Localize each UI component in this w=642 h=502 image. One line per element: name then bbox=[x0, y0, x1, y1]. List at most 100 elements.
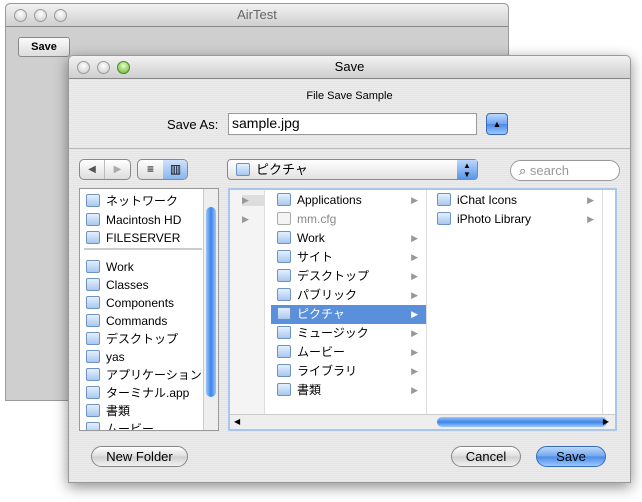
folder-icon bbox=[277, 193, 291, 206]
disclosure-arrow-icon: ▶ bbox=[411, 385, 418, 395]
dialog-title: Save bbox=[334, 59, 365, 74]
file-icon bbox=[277, 212, 291, 225]
list-item[interactable]: アプリケーション bbox=[80, 366, 218, 385]
folder-icon bbox=[236, 163, 250, 176]
close-button[interactable] bbox=[77, 61, 90, 74]
list-item[interactable]: Commands bbox=[80, 312, 218, 331]
folder-icon bbox=[277, 288, 291, 301]
list-item[interactable]: iChat Icons ▶ bbox=[431, 191, 602, 210]
zoom-button[interactable] bbox=[117, 61, 130, 74]
folder-icon bbox=[277, 364, 291, 377]
collapse-button[interactable]: ▲ bbox=[486, 113, 508, 135]
list-item[interactable]: 書類 ▶ bbox=[271, 381, 426, 400]
item-label: デスクトップ bbox=[106, 332, 179, 346]
scroll-left-arrow[interactable]: ◀ bbox=[234, 415, 240, 429]
list-item[interactable]: Components bbox=[80, 294, 218, 313]
item-label: mm.cfg bbox=[297, 212, 337, 226]
folder-icon bbox=[277, 326, 291, 339]
item-label: サイト bbox=[297, 250, 334, 264]
filename-input[interactable]: sample.jpg bbox=[228, 113, 477, 135]
item-label: Applications bbox=[297, 193, 362, 207]
list-item[interactable]: ミュージック ▶ bbox=[271, 324, 426, 343]
item-label: FILESERVER bbox=[106, 231, 181, 245]
search-field[interactable]: ⌕ search bbox=[510, 160, 620, 181]
location-popup[interactable]: ピクチャ ▲ ▼ bbox=[227, 159, 478, 180]
column-0: ▶ ▶ bbox=[230, 190, 265, 415]
location-label: ピクチャ bbox=[256, 162, 308, 177]
list-item[interactable]: Classes bbox=[80, 276, 218, 295]
item-label: Work bbox=[106, 260, 134, 274]
save-button[interactable]: Save bbox=[536, 446, 606, 467]
list-item[interactable]: ピクチャ ▶ bbox=[271, 305, 426, 324]
folder-icon bbox=[86, 350, 100, 363]
scroll-right-arrow[interactable]: ▶ bbox=[603, 415, 609, 429]
list-item[interactable]: yas bbox=[80, 348, 218, 367]
list-item[interactable]: FILESERVER bbox=[80, 229, 218, 248]
folder-icon bbox=[437, 193, 451, 206]
horizontal-scrollbar[interactable]: ◀ ▶ bbox=[230, 414, 615, 429]
dialog-titlebar: Save bbox=[69, 56, 630, 79]
window-title: AirTest bbox=[237, 7, 277, 22]
list-item[interactable]: パブリック ▶ bbox=[271, 286, 426, 305]
list-item[interactable]: 書類 bbox=[80, 402, 218, 421]
item-label: ライブラリ bbox=[297, 364, 358, 378]
disclosure-arrow-icon: ▶ bbox=[411, 195, 418, 205]
column-browser: ▶ ▶ Applications ▶ mm.cfg Work ▶ サイト ▶ デスクトップ ▶ パ… bbox=[228, 188, 617, 431]
list-item[interactable]: サイト ▶ bbox=[271, 248, 426, 267]
item-label: yas bbox=[106, 350, 125, 364]
forward-button[interactable]: ▶ bbox=[105, 160, 130, 179]
item-label: ムービー bbox=[106, 422, 155, 431]
list-item[interactable]: mm.cfg bbox=[271, 210, 426, 229]
folder-icon bbox=[86, 314, 100, 327]
sidebar-scrollbar[interactable] bbox=[203, 189, 218, 430]
folder-icon bbox=[277, 383, 291, 396]
list-item[interactable]: デスクトップ bbox=[80, 330, 218, 349]
disclosure-arrow-icon: ▶ bbox=[411, 290, 418, 300]
list-item[interactable]: Applications ▶ bbox=[271, 191, 426, 210]
back-window-titlebar: AirTest bbox=[6, 4, 508, 27]
back-save-button[interactable]: Save bbox=[18, 37, 70, 57]
item-label: アプリケーション bbox=[106, 368, 202, 382]
column-view-icon[interactable]: ▥ bbox=[163, 160, 187, 179]
back-button[interactable]: ◀ bbox=[80, 160, 105, 179]
item-label: ターミナル.app bbox=[106, 386, 190, 400]
folder-icon bbox=[86, 368, 100, 381]
disclosure-arrow-icon: ▶ bbox=[411, 252, 418, 262]
list-item[interactable]: Macintosh HD bbox=[80, 211, 218, 230]
item-label: Commands bbox=[106, 314, 168, 328]
list-item[interactable]: ネットワーク bbox=[80, 192, 218, 211]
item-label: ミュージック bbox=[297, 326, 369, 340]
disclosure-arrow-icon: ▶ bbox=[411, 233, 418, 243]
list-item[interactable]: ライブラリ ▶ bbox=[271, 362, 426, 381]
scroll-thumb[interactable] bbox=[206, 207, 216, 397]
column0-arrow[interactable]: ▶ bbox=[242, 195, 265, 206]
folder-icon bbox=[277, 345, 291, 358]
popup-arrows-icon: ▲ ▼ bbox=[457, 160, 477, 179]
zoom-button[interactable] bbox=[54, 9, 67, 22]
close-button[interactable] bbox=[14, 9, 27, 22]
minimize-button[interactable] bbox=[34, 9, 47, 22]
minimize-button[interactable] bbox=[97, 61, 110, 74]
folder-icon bbox=[86, 231, 100, 244]
cancel-button[interactable]: Cancel bbox=[451, 446, 521, 467]
column-1: Applications ▶ mm.cfg Work ▶ サイト ▶ デスクトップ ▶ パブリック… bbox=[271, 190, 427, 415]
list-item[interactable]: iPhoto Library ▶ bbox=[431, 210, 602, 229]
folder-icon bbox=[86, 332, 100, 345]
list-item[interactable]: ムービー ▶ bbox=[271, 343, 426, 362]
folder-icon bbox=[86, 386, 100, 399]
list-item[interactable]: Work bbox=[80, 258, 218, 277]
list-item[interactable]: デスクトップ ▶ bbox=[271, 267, 426, 286]
list-item[interactable]: ターミナル.app bbox=[80, 384, 218, 403]
list-item[interactable]: ムービー bbox=[80, 420, 218, 431]
column0-arrow[interactable]: ▶ bbox=[242, 214, 249, 225]
folder-icon bbox=[437, 212, 451, 225]
item-label: Work bbox=[297, 231, 325, 245]
column-2: iChat Icons ▶ iPhoto Library ▶ bbox=[431, 190, 603, 415]
scroll-thumb[interactable] bbox=[437, 417, 607, 427]
list-view-icon[interactable]: ≡ bbox=[138, 160, 163, 179]
folder-icon bbox=[86, 194, 100, 207]
new-folder-button[interactable]: New Folder bbox=[91, 446, 188, 467]
disclosure-arrow-icon: ▶ bbox=[411, 271, 418, 281]
search-icon: ⌕ bbox=[519, 163, 527, 178]
list-item[interactable]: Work ▶ bbox=[271, 229, 426, 248]
